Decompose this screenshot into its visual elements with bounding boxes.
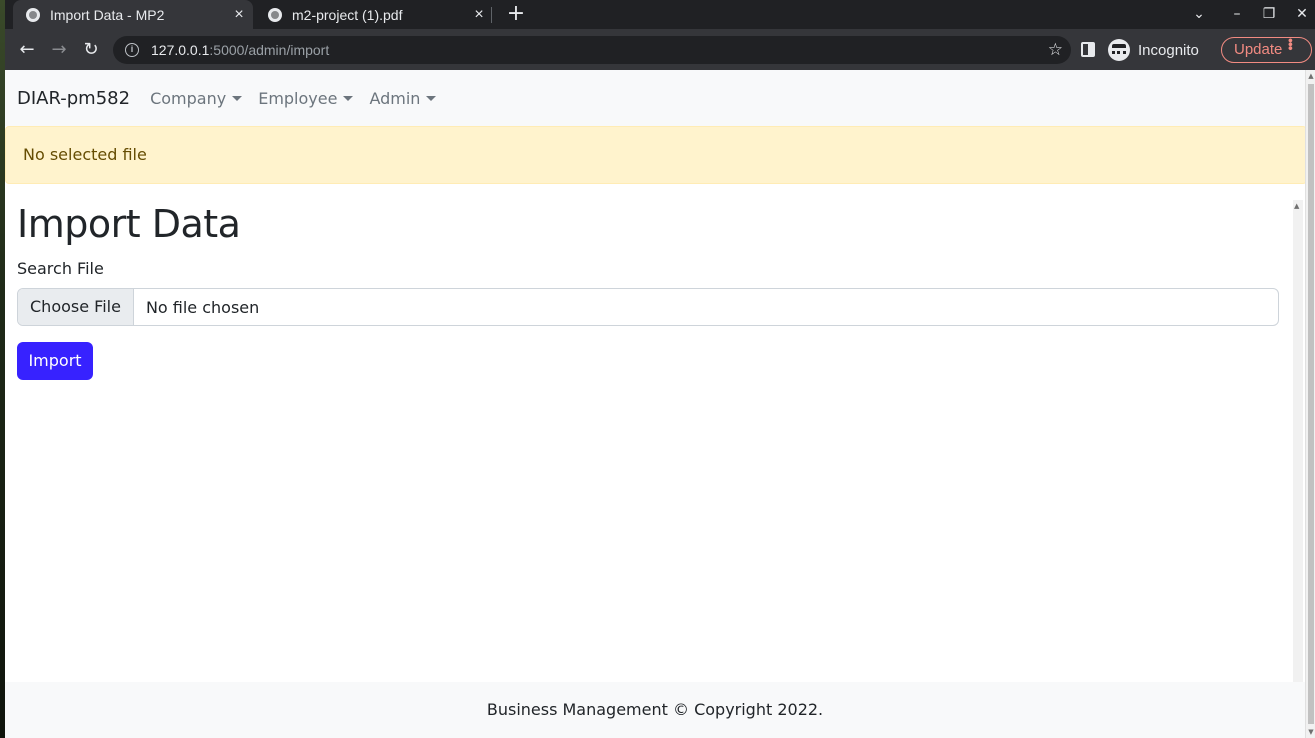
scroll-up-icon[interactable]: ▲ — [1307, 72, 1315, 80]
page-title: Import Data — [17, 202, 241, 246]
warning-alert: No selected file — [5, 126, 1307, 184]
restore-icon[interactable]: ❐ — [1258, 4, 1280, 24]
tab-search-icon[interactable]: ⌄ — [1188, 4, 1210, 24]
forward-icon[interactable]: → — [47, 38, 71, 62]
import-button[interactable]: Import — [17, 342, 93, 380]
file-input[interactable]: Choose File No file chosen — [17, 288, 1279, 326]
content-scrollbar[interactable]: ▲ — [1293, 200, 1303, 682]
incognito-label: Incognito — [1138, 41, 1199, 59]
nav-label: Company — [150, 88, 227, 108]
tab-strip: Import Data - MP2 × m2-project (1).pdf ×… — [5, 0, 1315, 29]
caret-down-icon — [232, 95, 243, 101]
page-footer: Business Management © Copyright 2022. — [5, 682, 1305, 738]
tab-separator — [491, 7, 492, 23]
close-icon[interactable]: × — [231, 6, 247, 23]
caret-down-icon — [343, 95, 354, 101]
side-panel-icon[interactable] — [1081, 42, 1095, 57]
window-close-icon[interactable]: ✕ — [1291, 4, 1313, 24]
caret-down-icon — [426, 95, 437, 101]
site-navbar: DIAR-pm582 Company Employee Admin — [5, 70, 1305, 126]
back-icon[interactable]: ← — [15, 38, 39, 62]
tab-title: m2-project (1).pdf — [292, 6, 403, 23]
page-scrollbar[interactable]: ▲ ▼ — [1305, 70, 1315, 738]
menu-dots-icon: ••• — [1283, 38, 1299, 50]
globe-icon — [26, 7, 40, 22]
tab-import-data[interactable]: Import Data - MP2 × — [13, 0, 253, 29]
info-icon[interactable]: i — [125, 43, 139, 57]
url-host: 127.0.0.1 — [151, 42, 210, 58]
browser-window: Import Data - MP2 × m2-project (1).pdf ×… — [5, 0, 1315, 738]
nav-dropdown-employee[interactable]: Employee — [258, 88, 354, 108]
scroll-down-icon[interactable]: ▼ — [1307, 728, 1315, 736]
nav-label: Employee — [258, 88, 338, 108]
browser-toolbar: ← → ↻ i 127.0.0.1:5000/admin/import ☆ In… — [5, 29, 1315, 70]
page-viewport: DIAR-pm582 Company Employee Admin No sel… — [5, 70, 1315, 738]
reload-icon[interactable]: ↻ — [79, 38, 103, 62]
update-label: Update — [1234, 41, 1283, 58]
file-status: No file chosen — [145, 297, 260, 317]
search-file-label: Search File — [17, 259, 104, 278]
tab-title: Import Data - MP2 — [50, 6, 165, 23]
scroll-up-icon[interactable]: ▲ — [1294, 202, 1299, 210]
choose-file-button[interactable]: Choose File — [18, 289, 134, 325]
url-path: :5000/admin/import — [209, 42, 330, 58]
close-icon[interactable]: × — [471, 6, 487, 23]
tab-pdf[interactable]: m2-project (1).pdf × — [255, 0, 493, 29]
nav-label: Admin — [369, 88, 421, 108]
address-bar[interactable]: i 127.0.0.1:5000/admin/import ☆ — [113, 36, 1071, 64]
globe-icon — [268, 7, 282, 22]
scrollbar-thumb[interactable] — [1308, 84, 1314, 724]
navbar-brand[interactable]: DIAR-pm582 — [17, 88, 130, 109]
incognito-indicator[interactable]: Incognito — [1108, 36, 1199, 64]
incognito-icon — [1108, 39, 1130, 61]
nav-dropdown-company[interactable]: Company — [150, 88, 243, 108]
nav-dropdown-admin[interactable]: Admin — [369, 88, 437, 108]
minimize-icon[interactable]: – — [1226, 4, 1248, 24]
bookmark-star-icon[interactable]: ☆ — [1048, 39, 1063, 61]
update-button[interactable]: Update ••• — [1221, 37, 1312, 63]
new-tab-icon[interactable]: + — [505, 3, 527, 25]
